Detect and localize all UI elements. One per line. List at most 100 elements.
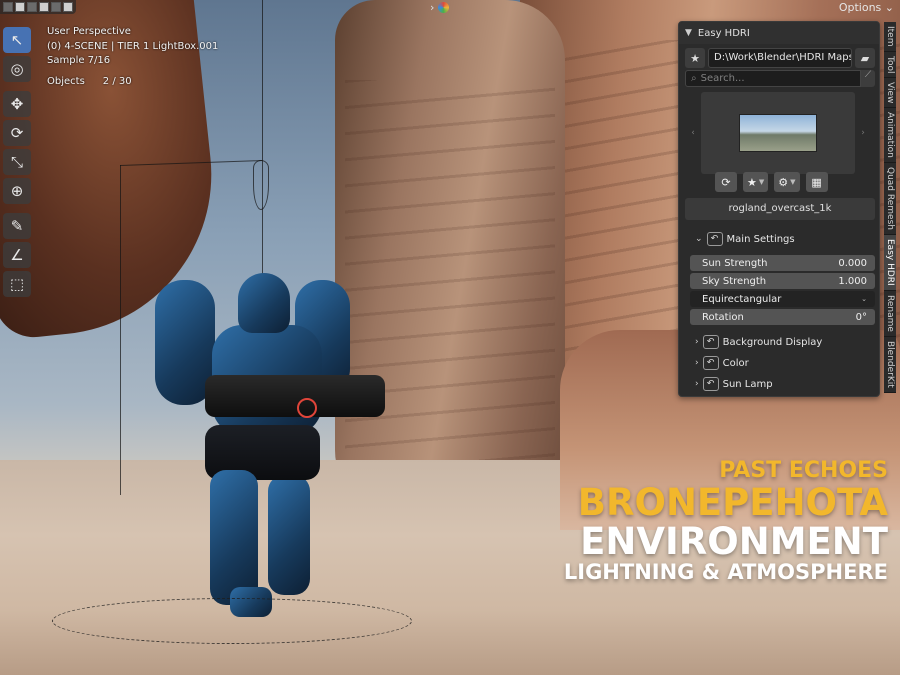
sidebar-tab[interactable]: Easy HDRI [884,235,896,291]
mode-icon[interactable] [63,2,73,12]
objects-count: 2 / 30 [102,75,132,87]
chevron-down-icon: ▼ [790,178,796,186]
sidebar-tabs: Item Tool View Animation Quad Remesh Easy HDR… [884,22,900,393]
reset-icon[interactable]: ↶ [702,356,719,370]
ground-circle-gizmo [52,598,412,644]
render-sample-label: Sample 7/16 [47,55,111,66]
sidebar-tab[interactable]: Animation [884,108,896,164]
chevron-down-icon: ⌄ [861,295,867,303]
chevron-down-icon[interactable]: ⌄ [695,234,703,244]
select-tool-icon[interactable]: ↖ [3,27,31,53]
panel-header[interactable]: ▼ Easy HDRI [679,22,879,44]
rotate-tool-icon[interactable]: ⟳ [3,120,31,146]
refresh-button[interactable]: ⟳ [715,172,737,192]
viewport-info: User Perspective (0) 4-SCENE | TIER 1 Li… [47,25,218,89]
sun-strength-label: Sun Strength [702,257,768,269]
sky-strength-value: 1.000 [838,275,867,287]
search-input[interactable]: ⌕ Search... [685,70,861,87]
resize-handle-icon[interactable]: ⟋ [861,70,875,87]
refresh-icon: ⟳ [721,175,731,189]
star-icon: ★ [747,175,757,189]
section-label: Sun Lamp [722,378,773,390]
checker-icon: ▦ [811,175,822,189]
section-label: Background Display [722,336,823,348]
cursor-tool-icon[interactable]: ◎ [3,56,31,82]
checker-button[interactable]: ▦ [805,172,828,192]
promo-title: PAST ECHOES BRONEPEHOTA ENVIRONMENT LIGH… [564,460,888,583]
chevron-right-icon[interactable]: › [695,358,699,368]
chevron-right-icon[interactable]: › [430,1,434,14]
scale-tool-icon[interactable]: ⤡ [3,149,31,175]
sky-strength-field[interactable]: Sky Strength 1.000 [690,273,875,289]
hdri-name-field[interactable]: rogland_overcast_1k [685,198,875,220]
chevron-right-icon[interactable]: › [695,379,699,389]
background-display-header[interactable]: › ↶ Background Display [695,335,822,349]
promo-line-2: BRONEPEHOTA [577,481,888,524]
mode-icon[interactable] [3,2,13,12]
sidebar-tab[interactable]: Quad Remesh [884,163,896,236]
origin-marker [297,398,317,418]
search-placeholder: Search... [700,73,745,84]
main-settings-label: Main Settings [726,233,795,245]
sun-strength-value: 0.000 [838,257,867,269]
previous-arrow-icon[interactable]: ‹ [685,128,701,138]
reset-icon[interactable]: ↶ [702,335,719,349]
projection-select[interactable]: Equirectangular ⌄ [690,291,875,307]
hdri-thumbnail[interactable] [739,114,817,152]
sidebar-tab[interactable]: Item [884,22,896,52]
main-settings-header[interactable]: ⌄ ↶ Main Settings [695,232,795,246]
sun-lamp-header[interactable]: › ↶ Sun Lamp [695,377,773,391]
reset-icon[interactable]: ↶ [702,377,719,391]
robot-model[interactable] [150,265,385,625]
folder-icon[interactable]: ▰ [855,48,875,68]
transform-tool-icon[interactable]: ⊕ [3,178,31,204]
projection-value: Equirectangular [702,293,782,305]
favorite-star-icon[interactable]: ★ [685,48,705,68]
rotation-field[interactable]: Rotation 0° [690,309,875,325]
sidebar-tab[interactable]: Rename [884,290,896,337]
move-tool-icon[interactable]: ✥ [3,91,31,117]
promo-line-3: ENVIRONMENT [580,520,888,563]
perspective-label: User Perspective [47,26,131,37]
favorites-dropdown[interactable]: ★ ▼ [743,172,769,192]
reset-icon[interactable]: ↶ [706,232,723,246]
options-label[interactable]: Options [839,1,881,14]
measure-tool-icon[interactable]: ∠ [3,242,31,268]
lightbox-edge-line [120,165,121,495]
mode-icon[interactable] [15,2,25,12]
color-header[interactable]: › ↶ Color [695,356,749,370]
collection-label: (0) 4-SCENE | TIER 1 LightBox.001 [47,40,219,52]
sky-strength-label: Sky Strength [702,275,767,287]
section-label: Color [722,357,749,369]
light-cable-line [262,0,263,300]
sidebar-tab[interactable]: View [884,77,896,109]
mode-icon[interactable] [39,2,49,12]
spot-light-gizmo[interactable] [253,160,269,210]
chevron-right-icon[interactable]: › [695,337,699,347]
annotate-tool-icon[interactable]: ✎ [3,213,31,239]
chevron-down-icon: ⌄ [884,1,894,14]
select-mode-icons[interactable] [0,0,76,14]
mode-icon[interactable] [51,2,61,12]
gear-icon: ⚙ [778,175,789,189]
hdri-folder-path[interactable]: D:\Work\Blender\HDRI Maps\ [708,48,852,68]
promo-line-1: PAST ECHOES [719,458,888,483]
viewport-header: › Options ⌄ [0,0,900,18]
settings-dropdown[interactable]: ⚙ ▼ [774,172,800,192]
chevron-down-icon: ▼ [758,178,765,186]
next-arrow-icon[interactable]: › [855,128,871,138]
shading-ball-icon[interactable] [438,2,450,13]
hdri-preview[interactable] [701,92,855,174]
promo-line-4: LIGHTNING & ATMOSPHERE [563,560,888,584]
add-cube-tool-icon[interactable]: ⬚ [3,271,31,297]
search-icon: ⌕ [691,73,697,84]
sidebar-tab[interactable]: Tool [884,51,896,78]
rotation-label: Rotation [702,311,744,323]
mode-icon[interactable] [27,2,37,12]
sun-strength-field[interactable]: Sun Strength 0.000 [690,255,875,271]
chevron-down-icon[interactable]: ▼ [685,28,692,38]
sidebar-tab[interactable]: BlenderKit [884,336,896,393]
rotation-value: 0° [855,311,867,323]
panel-title: Easy HDRI [697,27,750,39]
options-menu[interactable]: Options ⌄ [839,1,894,14]
